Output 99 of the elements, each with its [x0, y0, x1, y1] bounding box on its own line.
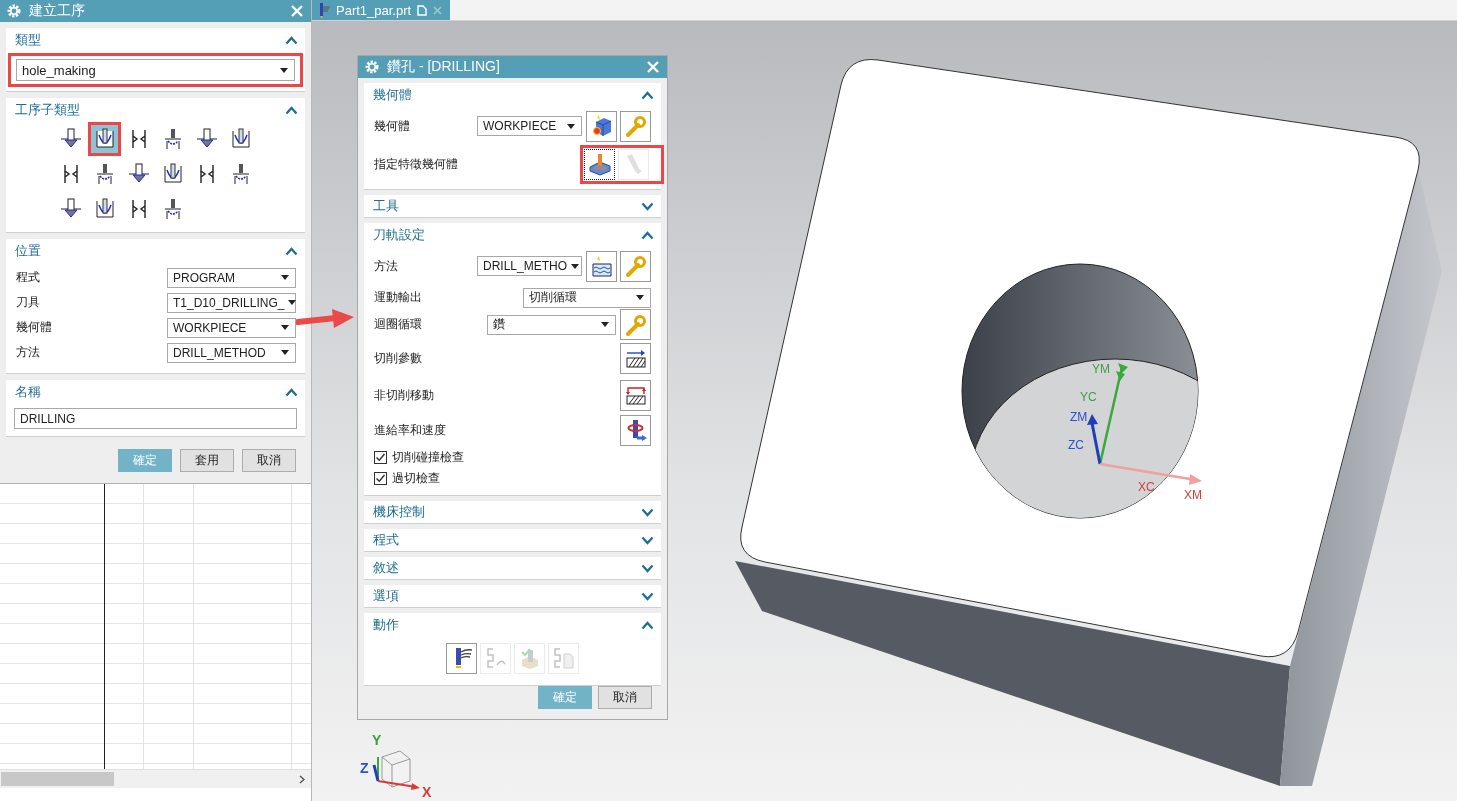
- axis-label: XC: [1138, 480, 1155, 494]
- chevron-up-icon[interactable]: [641, 620, 654, 630]
- horizontal-scrollbar[interactable]: [0, 769, 311, 788]
- caret-icon: [636, 295, 644, 300]
- new-method-button[interactable]: [586, 250, 617, 282]
- field-label: 幾何體: [374, 117, 410, 135]
- close-button[interactable]: [645, 59, 661, 75]
- dialog-button[interactable]: 取消: [598, 686, 652, 709]
- section-title: 敘述: [373, 559, 399, 577]
- scrollbar-thumb[interactable]: [1, 772, 114, 786]
- chevron-right-icon[interactable]: [299, 774, 305, 784]
- chevron-up-icon[interactable]: [285, 35, 298, 45]
- axis-label: XM: [1184, 488, 1202, 502]
- chevron-down-icon[interactable]: [641, 563, 654, 573]
- dropdown[interactable]: DRILL_METHO: [477, 256, 582, 276]
- chevron-up-icon[interactable]: [641, 90, 654, 100]
- dropdown[interactable]: T1_D10_DRILLING_: [167, 292, 296, 313]
- chevron-down-icon[interactable]: [641, 591, 654, 601]
- water-icon: [589, 254, 614, 278]
- checkbox[interactable]: [374, 472, 387, 485]
- view-triad-drawing: [372, 750, 420, 790]
- action-button[interactable]: [446, 642, 477, 674]
- field-label: 幾何體: [16, 319, 52, 336]
- field-label: 切削參數: [374, 349, 422, 367]
- chevron-down-icon[interactable]: [641, 201, 654, 211]
- name-input[interactable]: DRILLING: [14, 408, 297, 429]
- edit-button[interactable]: [620, 110, 651, 142]
- drill-icon: [318, 2, 330, 18]
- type-dropdown[interactable]: hole_making: [16, 59, 295, 81]
- axis-label: YM: [1092, 362, 1110, 376]
- wrench-icon: [623, 312, 648, 337]
- edit-button[interactable]: [620, 250, 651, 282]
- dropdown[interactable]: 切削循環: [523, 287, 651, 308]
- dropdown[interactable]: WORKPIECE: [477, 116, 582, 136]
- caret-icon: [571, 263, 580, 269]
- checkbox-label: 過切檢查: [392, 470, 440, 487]
- chevron-up-icon[interactable]: [285, 246, 298, 256]
- chevron-up-icon[interactable]: [641, 230, 654, 240]
- chevron-up-icon[interactable]: [285, 105, 298, 115]
- field-label: 刀具: [16, 294, 40, 311]
- cut-parameters-button[interactable]: [620, 342, 651, 374]
- axis-label: ZC: [1068, 438, 1084, 452]
- axis-label: YC: [1080, 390, 1097, 404]
- feature-geometry-button[interactable]: [584, 148, 615, 180]
- field-label: 指定特徵幾何體: [374, 155, 458, 173]
- settings-icon: [365, 60, 379, 74]
- settings-icon: [7, 4, 21, 18]
- axis-label: ZM: [1070, 410, 1088, 424]
- field-label: 程式: [16, 269, 40, 286]
- chevron-down-icon[interactable]: [641, 507, 654, 517]
- field-label: 非切削移動: [374, 386, 434, 404]
- axis-label: Z: [360, 760, 369, 776]
- section-title: 動作: [373, 616, 399, 634]
- section-title: 位置: [15, 242, 41, 260]
- block-icon: [587, 152, 612, 176]
- new-geometry-button[interactable]: [586, 110, 617, 142]
- checkbox-label: 切削碰撞檢查: [392, 449, 464, 466]
- axis-label: X: [422, 784, 432, 800]
- section-title: 刀軌設定: [373, 226, 425, 244]
- dropdown[interactable]: DRILL_METHOD: [167, 342, 296, 363]
- section-title: 機床控制: [373, 503, 425, 521]
- section-title: 名稱: [15, 383, 41, 401]
- dialog-button[interactable]: 取消: [242, 449, 296, 472]
- dialog-title: 鑽孔 - [DRILLING]: [387, 58, 501, 76]
- chevron-down-icon[interactable]: [641, 535, 654, 545]
- field-label: 進給率和速度: [374, 421, 446, 439]
- subtype-button[interactable]: [88, 122, 121, 156]
- list-icon: [551, 646, 576, 670]
- section-title: 類型: [15, 31, 41, 49]
- section-title: 程式: [373, 531, 399, 549]
- dialog-button[interactable]: 套用: [180, 449, 234, 472]
- non-cutting-moves-button[interactable]: [620, 379, 651, 411]
- chevron-up-icon[interactable]: [285, 387, 298, 397]
- dropdown[interactable]: 鑽: [487, 314, 616, 335]
- section-title: 選項: [373, 587, 399, 605]
- caret-icon: [281, 325, 289, 330]
- caret-icon: [281, 275, 289, 280]
- field-label: 運動輸出: [374, 289, 422, 306]
- field-label: 方法: [374, 257, 398, 275]
- dropdown[interactable]: WORKPIECE: [167, 317, 296, 338]
- close-button[interactable]: [289, 3, 305, 19]
- document-icon[interactable]: [417, 4, 428, 16]
- feeds-speeds-button[interactable]: [620, 414, 651, 446]
- section-title: 工序子類型: [15, 101, 80, 119]
- caret-icon: [280, 67, 288, 73]
- caret-icon: [567, 123, 575, 129]
- field-label: 迴圈循環: [374, 316, 422, 333]
- caret-icon: [601, 322, 609, 327]
- axis-label: Y: [372, 732, 382, 748]
- caret-icon: [281, 350, 289, 355]
- wrench-icon: [623, 254, 648, 278]
- dialog-title: 建立工序: [29, 2, 86, 20]
- dropdown[interactable]: PROGRAM: [167, 267, 296, 288]
- wrench-icon: [623, 114, 648, 138]
- checkbox[interactable]: [374, 451, 387, 464]
- caret-icon: [288, 300, 297, 305]
- field-label: 方法: [16, 344, 40, 361]
- section-title: 工具: [373, 197, 399, 215]
- section-title: 幾何體: [373, 86, 412, 104]
